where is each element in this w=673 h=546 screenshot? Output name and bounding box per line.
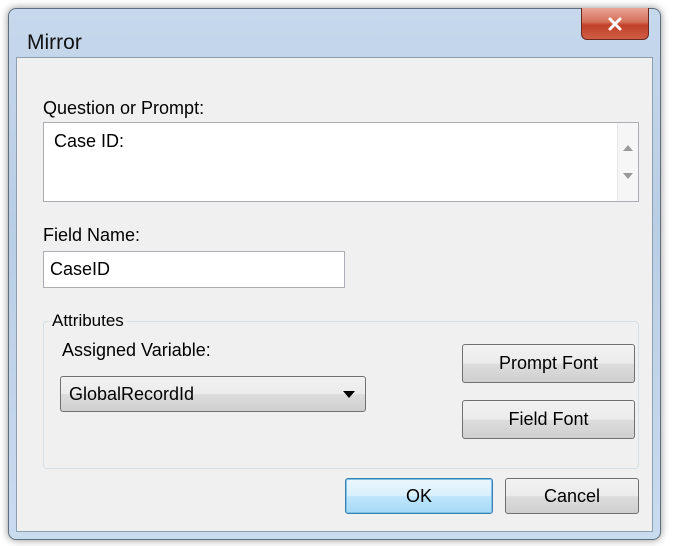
attributes-legend: Attributes	[50, 311, 126, 331]
window-title: Mirror	[27, 31, 82, 54]
prompt-text[interactable]: Case ID:	[54, 131, 124, 152]
prompt-scrollbar[interactable]	[617, 123, 638, 201]
cancel-button[interactable]: Cancel	[505, 478, 639, 514]
close-icon	[608, 17, 622, 30]
dialog-body: Question or Prompt: Case ID: Field Name:…	[16, 57, 653, 532]
field-name-input[interactable]	[43, 251, 345, 288]
field-name-label: Field Name:	[43, 225, 141, 245]
ok-button[interactable]: OK	[345, 478, 493, 514]
chevron-down-icon	[343, 391, 355, 398]
prompt-label: Question or Prompt:	[43, 98, 205, 118]
assigned-variable-select[interactable]: GlobalRecordId	[60, 376, 366, 412]
scroll-down-icon[interactable]	[623, 173, 633, 179]
prompt-font-button[interactable]: Prompt Font	[462, 344, 635, 383]
close-button[interactable]	[581, 8, 649, 40]
field-font-button[interactable]: Field Font	[462, 400, 635, 439]
prompt-textarea[interactable]: Case ID:	[43, 122, 639, 202]
dialog-window: Mirror Question or Prompt: Case ID: Fiel…	[8, 8, 661, 540]
assigned-variable-label: Assigned Variable:	[62, 340, 211, 360]
assigned-variable-value: GlobalRecordId	[69, 384, 195, 404]
scroll-up-icon[interactable]	[623, 145, 633, 151]
